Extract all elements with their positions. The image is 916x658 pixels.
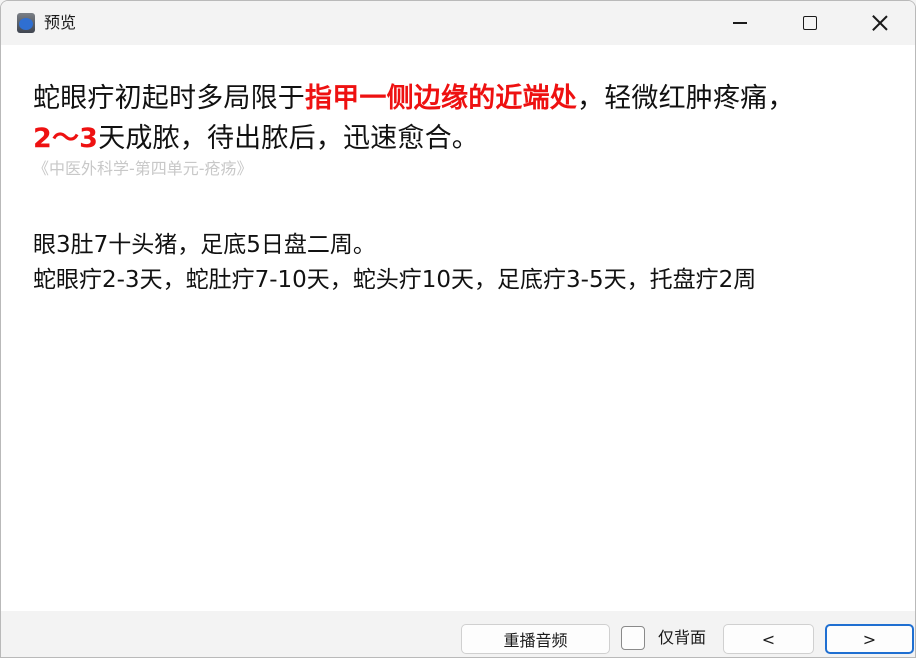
next-button[interactable]: > xyxy=(825,624,914,654)
main-text-part: ，轻微红肿疼痛， xyxy=(577,83,795,114)
back-only-label: 仅背面 xyxy=(658,628,707,647)
highlight-text: 指甲一侧边缘的近端处 xyxy=(305,83,577,114)
mnemonic-line: 蛇眼疔2-3天，蛇肚疔7-10天，蛇头疔10天，足底疔3-5天，托盘疔2周 xyxy=(33,267,757,293)
main-text-part: 天成脓，待出脓后，迅速愈合。 xyxy=(98,123,479,154)
previous-button[interactable]: < xyxy=(723,624,814,654)
source-reference: 《中医外科学-第四单元-疮疡》 xyxy=(33,159,253,178)
minimize-icon xyxy=(733,22,747,24)
preview-window: 预览 蛇眼疔初起时多局限于指甲一侧边缘的近端处，轻微红肿疼痛， 2～3天成脓，待出… xyxy=(0,0,916,658)
back-only-checkbox[interactable] xyxy=(621,626,645,650)
card-content: 蛇眼疔初起时多局限于指甲一侧边缘的近端处，轻微红肿疼痛， 2～3天成脓，待出脓后，… xyxy=(1,45,915,611)
window-title: 预览 xyxy=(44,13,77,32)
card-main-text: 蛇眼疔初起时多局限于指甲一侧边缘的近端处，轻微红肿疼痛， 2～3天成脓，待出脓后，… xyxy=(33,79,883,159)
footer-bar: 重播音频 仅背面 < > xyxy=(1,611,915,657)
main-text-part: 蛇眼疔初起时多局限于 xyxy=(33,83,305,114)
highlight-text: 2～3 xyxy=(33,123,99,154)
maximize-icon xyxy=(803,16,817,30)
mnemonic-line: 眼3肚7十头猪，足底5日盘二周。 xyxy=(33,232,376,258)
title-bar[interactable]: 预览 xyxy=(1,1,915,45)
close-icon xyxy=(872,15,888,31)
maximize-button[interactable] xyxy=(787,1,833,45)
close-button[interactable] xyxy=(857,1,903,45)
mnemonic-text: 眼3肚7十头猪，足底5日盘二周。 蛇眼疔2-3天，蛇肚疔7-10天，蛇头疔10天… xyxy=(33,228,893,298)
app-star-icon xyxy=(17,13,35,33)
minimize-button[interactable] xyxy=(717,1,763,45)
replay-audio-button[interactable]: 重播音频 xyxy=(461,624,610,654)
